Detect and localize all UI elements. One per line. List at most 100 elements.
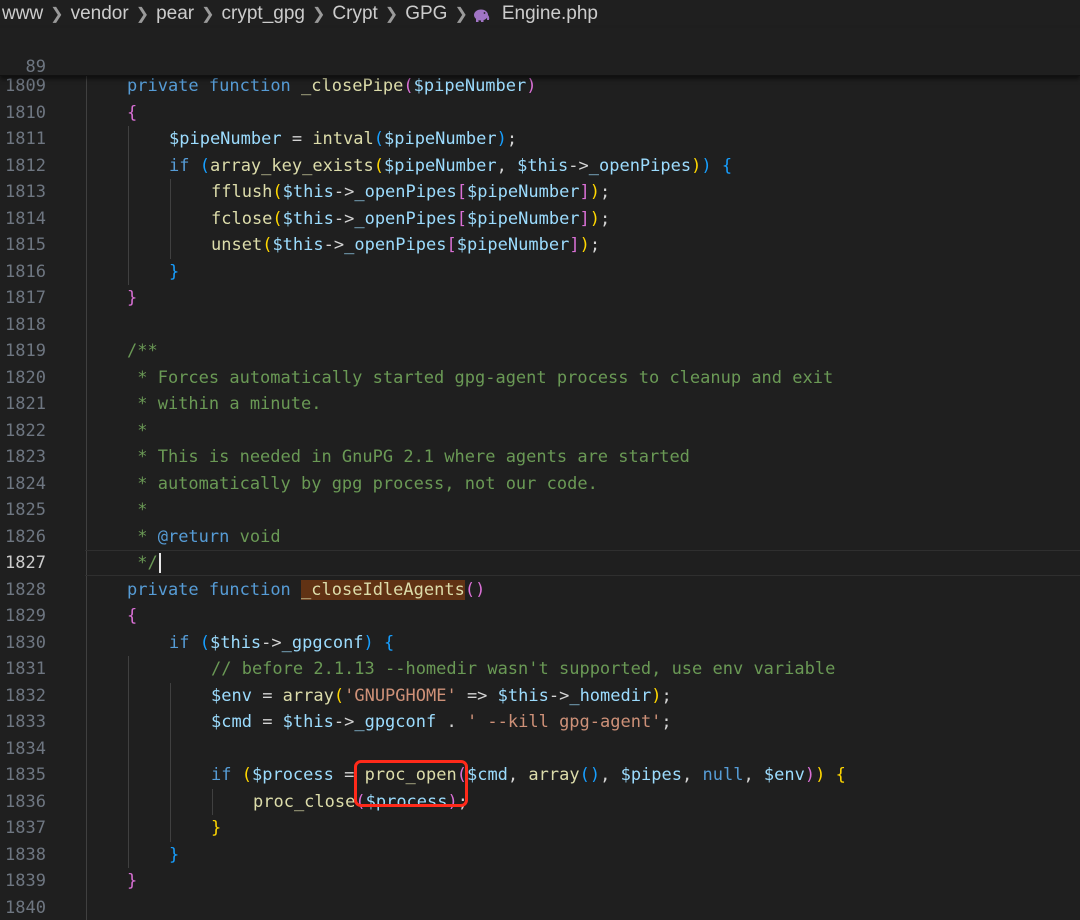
code-token: $this: [517, 155, 569, 176]
code-line-1827[interactable]: 1827 */: [0, 550, 1080, 577]
code-token: ->: [568, 155, 589, 176]
code-area[interactable]: 1809 private function _closePipe($pipeNum…: [0, 73, 1080, 920]
line-code: $cmd = $this->_gpgconf . ' --kill gpg-ag…: [211, 709, 672, 736]
sticky-line-1799[interactable]: 1799 /**: [0, 49, 1080, 75]
code-line-1810[interactable]: 1810 {: [0, 100, 1080, 127]
code-line-1834[interactable]: 1834: [0, 736, 1080, 763]
code-line-1817[interactable]: 1817}: [0, 285, 1080, 312]
code-line-1836[interactable]: 1836 proc_close($process);: [0, 789, 1080, 816]
code-token: =: [251, 685, 283, 706]
code-token: ,: [682, 765, 703, 785]
code-token: /**: [127, 341, 158, 361]
code-line-1818[interactable]: 1818: [0, 312, 1080, 339]
breadcrumb-item-vendor[interactable]: vendor: [69, 3, 131, 25]
php-elephant-icon: [473, 9, 490, 22]
code-token: _closeIdleAgents: [301, 579, 465, 600]
code-line-1830[interactable]: 1830 if ($this->_gpgconf) {: [0, 630, 1080, 657]
line-number: 1826: [5, 526, 46, 547]
code-line-1839[interactable]: 1839}: [0, 868, 1080, 895]
editor-window: www ❯ vendor ❯ pear ❯ crypt_gpg ❯ Crypt …: [0, 0, 1080, 920]
code-token: ): [691, 155, 702, 176]
code-token: ): [475, 579, 486, 600]
code-line-1809[interactable]: 1809 private function _closePipe($pipeNum…: [0, 73, 1080, 100]
code-line-1824[interactable]: 1824 * automatically by gpg process, not…: [0, 471, 1080, 498]
code-token: array: [528, 765, 580, 785]
code-line-1826[interactable]: 1826 * @return void: [0, 524, 1080, 551]
code-token: ): [804, 765, 816, 785]
code-token: (: [579, 765, 590, 785]
code-line-1812[interactable]: 1812 if (array_key_exists($pipeNumber, $t…: [0, 153, 1080, 180]
code-token: ->: [333, 208, 355, 229]
code-token: ;: [506, 129, 518, 149]
code-token: _openPipes: [344, 235, 447, 255]
line-code: *: [127, 418, 147, 445]
line-number: 1822: [5, 420, 46, 441]
code-token: (: [262, 235, 273, 255]
code-token: (: [373, 129, 384, 149]
line-number: 1829: [5, 606, 46, 626]
code-line-1816[interactable]: 1816}: [0, 259, 1080, 286]
breadcrumb-item-www[interactable]: www: [0, 3, 45, 25]
code-line-1811[interactable]: 1811 $pipeNumber = intval($pipeNumber);: [0, 126, 1080, 153]
breadcrumb-item-crypt[interactable]: Crypt: [330, 3, 379, 25]
line-number: 1818: [5, 314, 46, 335]
breadcrumb-item-crypt-gpg[interactable]: crypt_gpg: [220, 3, 307, 25]
breadcrumb-file-name[interactable]: Engine.php: [500, 3, 600, 25]
code-token: ,: [743, 765, 764, 785]
breadcrumb-item-pear[interactable]: pear: [154, 3, 196, 25]
code-line-1819[interactable]: 1819 /**: [0, 338, 1080, 365]
code-token: function: [208, 76, 291, 96]
line-number: 1828: [5, 579, 46, 600]
code-token: * This is needed in GnuPG 2.1 where agen…: [127, 447, 690, 467]
code-line-1815[interactable]: 1815 unset($this->_openPipes[$pipeNumber]…: [0, 232, 1080, 259]
code-token: ;: [661, 712, 672, 732]
code-token: */: [127, 553, 158, 573]
line-number: 1816: [5, 261, 46, 282]
code-token: $pipeNumber: [383, 129, 497, 149]
code-line-1814[interactable]: 1814 fclose($this->_openPipes[$pipeNumber…: [0, 206, 1080, 233]
code-line-1820[interactable]: 1820 * Forces automatically started gpg-…: [0, 365, 1080, 392]
code-line-1837[interactable]: 1837}: [0, 815, 1080, 842]
code-token: $env: [763, 765, 805, 785]
code-token: [: [446, 235, 457, 255]
code-line-1833[interactable]: 1833 $cmd = $this->_gpgconf . ' --kill gp…: [0, 709, 1080, 736]
code-token: ): [579, 235, 590, 255]
sticky-scroll-header[interactable]: 89 { 1799 /**: [0, 28, 1080, 76]
code-line-1822[interactable]: 1822 *: [0, 418, 1080, 445]
code-token: ]: [569, 235, 580, 255]
line-number: 1832: [5, 685, 46, 706]
line-code: * Forces automatically started gpg-agent…: [127, 365, 833, 392]
breadcrumb: www ❯ vendor ❯ pear ❯ crypt_gpg ❯ Crypt …: [0, 0, 1080, 28]
code-line-1821[interactable]: 1821 * within a minute.: [0, 391, 1080, 418]
code-token: 'GNUPGHOME': [344, 685, 457, 706]
code-token: (: [241, 765, 252, 785]
code-line-1838[interactable]: 1838}: [0, 842, 1080, 869]
line-number: 1817: [5, 288, 46, 308]
code-token: ->: [333, 712, 355, 732]
line-number: 1834: [5, 738, 46, 759]
code-token: {: [127, 606, 138, 626]
code-line-1835[interactable]: 1835 if ($process = proc_open($cmd, array…: [0, 762, 1080, 789]
code-line-1823[interactable]: 1823 * This is needed in GnuPG 2.1 where…: [0, 444, 1080, 471]
code-token: $pipeNumber: [169, 129, 282, 149]
code-line-1828[interactable]: 1828 private function _closeIdleAgents(): [0, 577, 1080, 604]
breadcrumb-item-gpg[interactable]: GPG: [403, 3, 449, 25]
code-token: [: [456, 182, 467, 202]
line-number: 1825: [5, 500, 46, 520]
line-code: // before 2.1.13 --homedir wasn't suppor…: [211, 656, 835, 683]
code-token: _closePipe: [301, 76, 404, 96]
code-token: intval: [312, 129, 374, 149]
code-token: ->: [548, 685, 570, 706]
code-line-1832[interactable]: 1832 $env = array('GNUPGHOME' => $this->_…: [0, 683, 1080, 710]
code-token: =: [251, 712, 283, 732]
code-token: * Forces automatically started gpg-agent…: [127, 367, 834, 388]
code-line-1829[interactable]: 1829 {: [0, 603, 1080, 630]
code-line-1840[interactable]: 1840: [0, 895, 1080, 920]
code-line-1825[interactable]: 1825 *: [0, 497, 1080, 524]
line-code: * automatically by gpg process, not our …: [127, 471, 598, 498]
code-line-1831[interactable]: 1831 // before 2.1.13 --homedir wasn't su…: [0, 656, 1080, 683]
line-number: 1823: [5, 447, 46, 467]
code-line-1813[interactable]: 1813 fflush($this->_openPipes[$pipeNumber…: [0, 179, 1080, 206]
